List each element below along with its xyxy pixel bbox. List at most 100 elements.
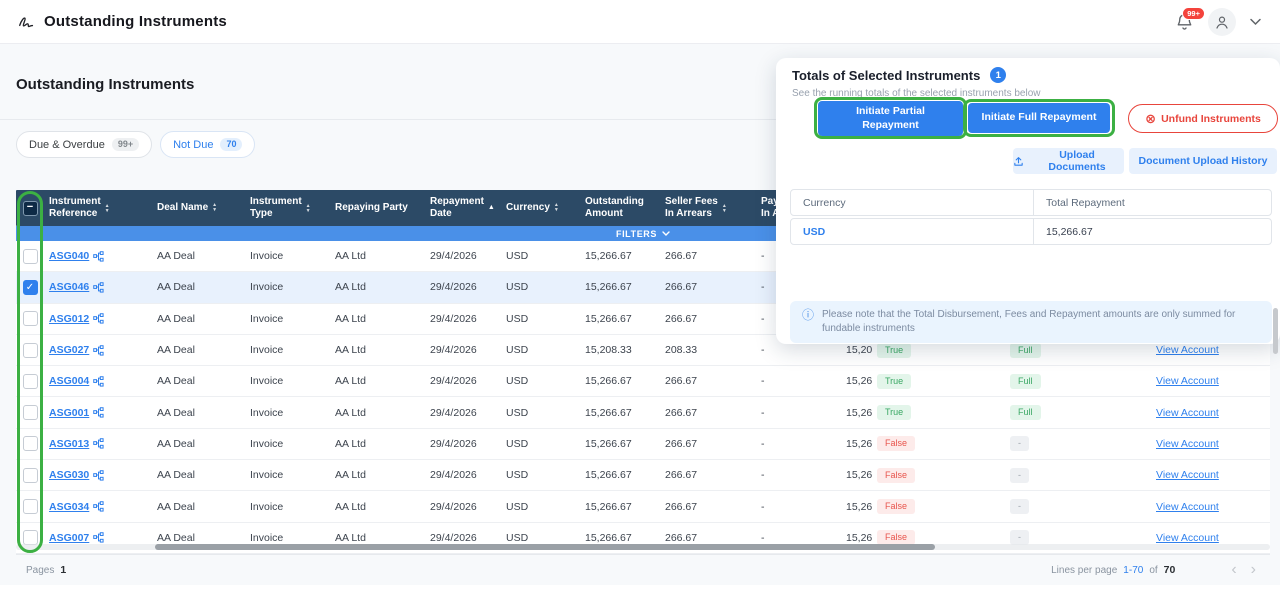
table-row[interactable]: ASG013 AA Deal Invoice AA Ltd 29/4/2026 … (16, 429, 1270, 460)
lines-per-page-controls: Lines per page 1-70 of 70 ‹ › (1051, 562, 1260, 578)
row-checkbox[interactable] (23, 311, 38, 326)
sort-ascending-icon[interactable]: ▲ (488, 204, 495, 212)
initiate-partial-repayment-button[interactable]: Initiate Partial Repayment (818, 101, 963, 136)
sort-icon[interactable]: ▲▼ (212, 203, 217, 212)
instrument-type-cell: Invoice (245, 532, 330, 544)
vertical-scrollbar[interactable] (1273, 308, 1278, 354)
column-header[interactable]: Instrument Type▲▼ (245, 196, 330, 220)
row-checkbox-cell (16, 280, 44, 295)
view-account-link[interactable]: View Account (1143, 407, 1219, 419)
pages-indicator: Pages 1 (26, 564, 66, 576)
repayment-date-cell: 29/4/2026 (425, 532, 501, 544)
view-account-link[interactable]: View Account (1143, 532, 1219, 544)
currency-cell: USD (501, 344, 580, 356)
hierarchy-icon (93, 313, 104, 324)
account-menu-chevron-icon[interactable] (1249, 18, 1262, 26)
table-row[interactable]: ASG001 AA Deal Invoice AA Ltd 29/4/2026 … (16, 397, 1270, 428)
instrument-reference-link[interactable]: ASG030 (49, 469, 89, 481)
currency-cell: USD (501, 532, 580, 544)
select-all-cell (16, 201, 44, 216)
truncated-amount-cell: 15,208.33 (844, 344, 872, 356)
outstanding-amount-cell: 15,266.67 (580, 281, 660, 293)
truncated-amount-cell: 15,266.67 (844, 407, 872, 419)
initiate-full-repayment-button[interactable]: Initiate Full Repayment (968, 103, 1110, 133)
column-header[interactable]: Currency ▲▼ (501, 202, 580, 214)
unfund-instruments-button[interactable]: ⊗ Unfund Instruments (1128, 104, 1278, 133)
sort-icon[interactable]: ▲▼ (306, 204, 311, 213)
notification-count-badge: 99+ (1182, 7, 1205, 21)
row-checkbox[interactable] (23, 499, 38, 514)
instrument-reference-link[interactable]: ASG007 (49, 532, 89, 544)
sort-icon[interactable]: ▲▼ (105, 204, 110, 213)
payment-in-arrears-cell: - (756, 375, 844, 387)
column-header[interactable]: Repayment Date▲ (425, 196, 501, 220)
row-checkbox[interactable] (23, 280, 38, 295)
instrument-reference-link[interactable]: ASG040 (49, 250, 89, 262)
previous-page-button[interactable]: ‹ (1227, 562, 1240, 578)
tab-not-due[interactable]: Not Due 70 (160, 131, 255, 158)
repayment-date-cell: 29/4/2026 (425, 501, 501, 513)
instrument-reference-link[interactable]: ASG027 (49, 344, 89, 356)
select-all-checkbox[interactable] (23, 201, 38, 216)
view-account-link[interactable]: View Account (1143, 344, 1219, 356)
instrument-reference-link[interactable]: ASG001 (49, 407, 89, 419)
column-header[interactable]: Seller Fees In Arrears▲▼ (660, 196, 756, 220)
seller-fees-cell: 208.33 (660, 344, 756, 356)
table-row[interactable]: ASG004 AA Deal Invoice AA Ltd 29/4/2026 … (16, 366, 1270, 397)
action-cell: View Account (1138, 407, 1270, 419)
view-account-link[interactable]: View Account (1143, 375, 1219, 387)
action-cell: View Account (1138, 375, 1270, 387)
instrument-reference-link[interactable]: ASG034 (49, 501, 89, 513)
column-header[interactable]: Deal Name▲▼ (152, 202, 245, 214)
view-account-link[interactable]: View Account (1143, 438, 1219, 450)
sort-icon[interactable]: ▲▼ (554, 203, 559, 212)
lines-range-select[interactable]: 1-70 (1123, 565, 1143, 576)
tab-due-and-overdue[interactable]: Due & Overdue 99+ (16, 131, 152, 158)
sort-icon[interactable]: ▲▼ (722, 204, 727, 213)
hierarchy-icon (93, 407, 104, 418)
column-header[interactable]: Instrument Reference▲▼ (44, 196, 152, 220)
row-checkbox[interactable] (23, 468, 38, 483)
tab-count-badge: 99+ (112, 138, 139, 151)
row-checkbox[interactable] (23, 405, 38, 420)
horizontal-scrollbar[interactable] (155, 544, 935, 550)
hierarchy-icon (93, 532, 104, 543)
instrument-reference-link[interactable]: ASG004 (49, 375, 89, 387)
deal-name-cell: AA Deal (152, 469, 245, 481)
repayment-date-cell: 29/4/2026 (425, 281, 501, 293)
repaying-party-cell: AA Ltd (330, 469, 425, 481)
table-row[interactable]: ASG034 AA Deal Invoice AA Ltd 29/4/2026 … (16, 491, 1270, 522)
view-account-link[interactable]: View Account (1143, 501, 1219, 513)
funding-badge: - (1010, 436, 1029, 451)
next-page-button[interactable]: › (1247, 562, 1260, 578)
funding-cell: Full (1005, 405, 1138, 420)
total-repayment-column-header: Total Repayment (1033, 190, 1271, 215)
instrument-reference-link[interactable]: ASG012 (49, 313, 89, 325)
panel-header: Totals of Selected Instruments 1 (792, 67, 1006, 83)
notifications-button[interactable]: 99+ (1175, 12, 1195, 32)
instrument-reference-link[interactable]: ASG013 (49, 438, 89, 450)
unfund-x-icon: ⊗ (1145, 112, 1156, 125)
deal-name-cell: AA Deal (152, 438, 245, 450)
view-account-link[interactable]: View Account (1143, 469, 1219, 481)
hierarchy-icon (93, 438, 104, 449)
payment-in-arrears-cell: - (756, 501, 844, 513)
table-row[interactable]: ASG030 AA Deal Invoice AA Ltd 29/4/2026 … (16, 460, 1270, 491)
row-checkbox[interactable] (23, 436, 38, 451)
totals-repayment-value: 15,266.67 (1033, 219, 1271, 244)
repaying-party-cell: AA Ltd (330, 532, 425, 544)
fundable-cell: True (872, 374, 1005, 389)
totals-table-header: Currency Total Repayment (790, 189, 1272, 216)
column-header-label: Currency (506, 202, 550, 214)
upload-documents-button[interactable]: Upload Documents (1013, 148, 1124, 174)
instrument-reference-link[interactable]: ASG046 (49, 281, 89, 293)
repaying-party-cell: AA Ltd (330, 250, 425, 262)
instrument-reference-cell: ASG007 (44, 532, 152, 544)
row-checkbox[interactable] (23, 374, 38, 389)
document-upload-history-button[interactable]: Document Upload History (1129, 148, 1277, 174)
account-avatar[interactable] (1208, 8, 1236, 36)
tab-label: Due & Overdue (29, 139, 105, 151)
row-checkbox[interactable] (23, 249, 38, 264)
row-checkbox[interactable] (23, 343, 38, 358)
deal-name-cell: AA Deal (152, 407, 245, 419)
